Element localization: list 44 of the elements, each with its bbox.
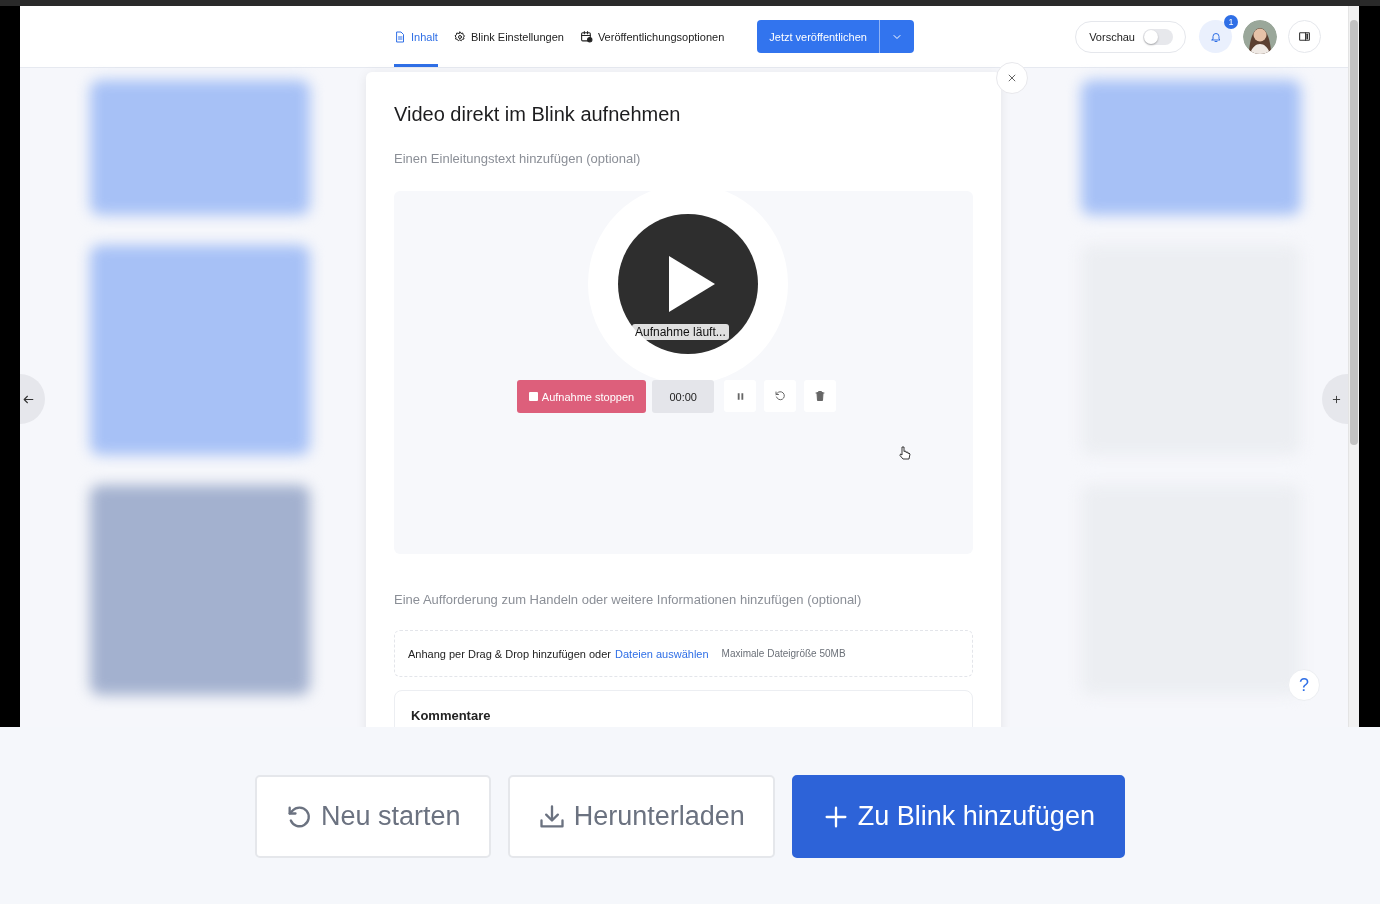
bell-icon — [1209, 30, 1222, 43]
rotate-left-icon — [774, 390, 787, 402]
pause-button[interactable] — [724, 380, 757, 412]
attachment-dropzone[interactable]: Anhang per Drag & Drop hinzufügen oder Dateien auswählen Maximale Dateigröße 50MB — [394, 630, 973, 677]
help-button[interactable]: ? — [1288, 669, 1320, 701]
comments-heading: Kommentare — [411, 708, 491, 723]
publish-button[interactable]: Jetzt veröffentlichen — [757, 20, 880, 53]
trash-icon — [814, 390, 827, 402]
close-button[interactable] — [996, 62, 1028, 94]
recording-timer: 00:00 — [652, 380, 715, 413]
dropzone-text: Anhang per Drag & Drop hinzufügen oder — [408, 647, 612, 660]
preview-label: Vorschau — [1089, 30, 1135, 43]
add-to-blink-button[interactable]: Zu Blink hinzufügen — [791, 775, 1125, 858]
avatar[interactable] — [1243, 19, 1277, 54]
pointer-cursor-icon — [899, 446, 911, 460]
cta-text-field[interactable]: Eine Aufforderung zum Handeln oder weitere Informationen hinzufügen (optional) — [394, 590, 973, 608]
download-icon — [537, 802, 566, 831]
restart-button[interactable] — [764, 380, 797, 412]
stop-icon — [528, 392, 538, 401]
max-file-size: Maximale Dateigröße 50MB — [721, 648, 846, 659]
restart-button[interactable]: Neu starten — [255, 775, 491, 858]
document-icon — [394, 30, 406, 43]
gear-icon — [453, 30, 466, 43]
dropdown-button[interactable] — [879, 20, 914, 53]
dialog-title: Video direkt im Blink aufnehmen — [394, 103, 682, 126]
tab[interactable]: Veröffentlichungsoptionen — [579, 6, 725, 67]
download-button[interactable]: Herunterladen — [507, 775, 775, 858]
calendar-clock-icon — [579, 30, 593, 43]
notifications-button[interactable] — [1199, 20, 1232, 53]
choose-files-link[interactable]: Dateien auswählen — [615, 647, 709, 660]
tab[interactable]: Blink Einstellungen — [453, 6, 564, 67]
toggle-switch[interactable] — [1143, 28, 1173, 45]
notification-badge: 1 — [1224, 15, 1238, 29]
play-icon — [669, 256, 715, 312]
close-icon — [1007, 73, 1017, 83]
sidebar-icon — [1298, 30, 1311, 43]
stop-recording-button[interactable]: Aufnahme stoppen — [516, 380, 647, 413]
panel-toggle-button[interactable] — [1288, 20, 1321, 53]
intro-text-field[interactable]: Einen Einleitungstext hinzufügen (optional) — [394, 149, 973, 167]
recording-status: Aufnahme läuft... — [632, 324, 729, 340]
delete-button[interactable] — [804, 380, 837, 412]
scrollbar[interactable] — [1348, 6, 1359, 727]
add-page-button[interactable] — [1322, 374, 1348, 424]
tab[interactable]: Inhalt — [394, 6, 438, 67]
